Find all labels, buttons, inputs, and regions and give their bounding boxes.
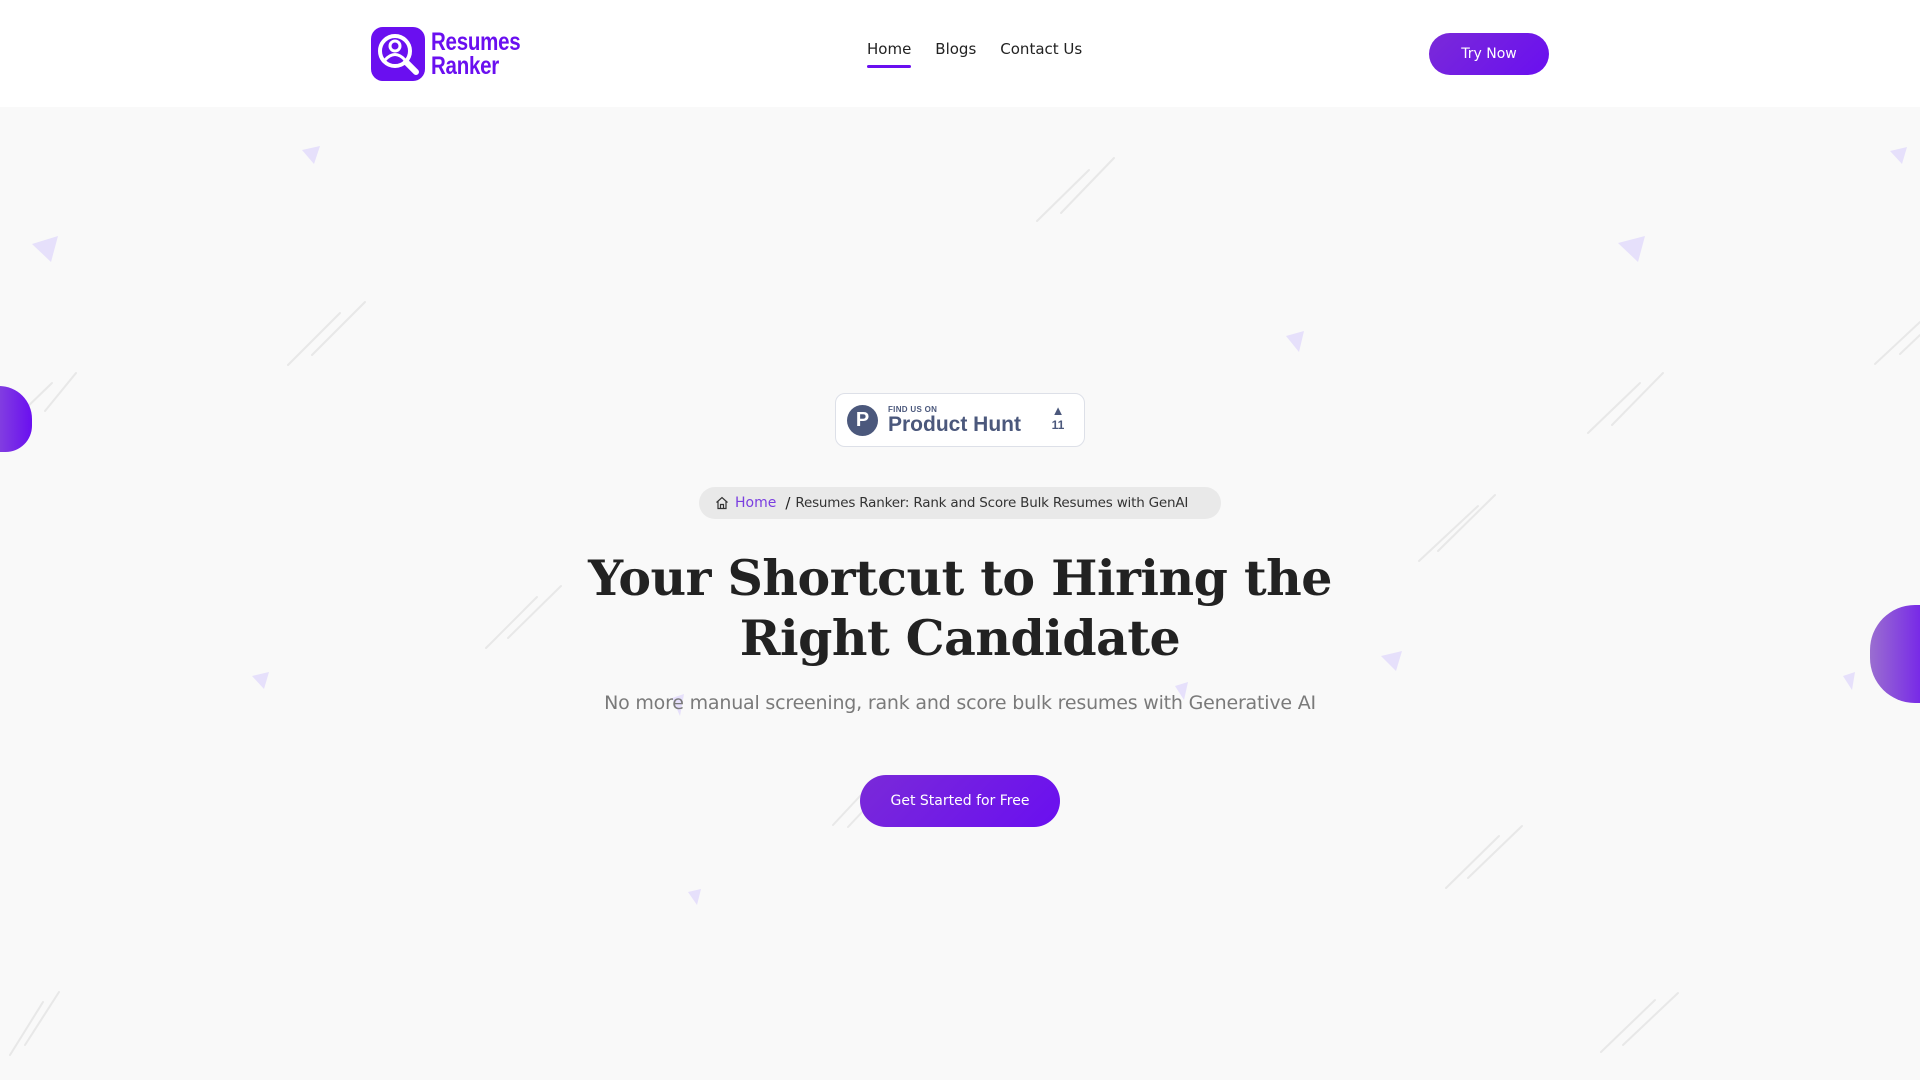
- hero-title-line1: Your Shortcut to Hiring the: [588, 549, 1332, 607]
- breadcrumb-current: Resumes Ranker: Rank and Score Bulk Resu…: [795, 495, 1189, 511]
- brand-name: Resumes Ranker: [431, 28, 521, 80]
- triangle-shape: [688, 889, 701, 905]
- brand-name-line2: Ranker: [431, 52, 500, 80]
- hero-subtitle: No more manual screening, rank and score…: [604, 692, 1316, 714]
- triangle-shape: [1843, 672, 1855, 690]
- triangle-shape: [1618, 236, 1645, 262]
- product-hunt-logo-icon: P: [847, 404, 878, 436]
- product-hunt-votes: ▲ 11: [1046, 403, 1070, 433]
- hero-title: Your Shortcut to Hiring the Right Candid…: [560, 548, 1360, 668]
- nav-contact-us[interactable]: Contact Us: [1000, 40, 1082, 68]
- breadcrumb-home-link[interactable]: Home: [715, 495, 776, 511]
- triangle-shape: [302, 146, 320, 164]
- brand-logo[interactable]: Resumes Ranker: [371, 27, 540, 81]
- triangle-shape: [1286, 331, 1304, 352]
- site-header: Resumes Ranker Home Blogs Contact Us Try…: [0, 0, 1920, 107]
- upvote-count: 11: [1051, 418, 1065, 432]
- hero-title-line2: Right Candidate: [739, 609, 1181, 667]
- product-hunt-badge[interactable]: P FIND US ON Product Hunt ▲ 11: [835, 393, 1085, 447]
- product-hunt-text: FIND US ON Product Hunt: [888, 405, 1021, 436]
- breadcrumb: Home / Resumes Ranker: Rank and Score Bu…: [699, 487, 1221, 519]
- breadcrumb-home-label: Home: [735, 495, 777, 511]
- brand-name-line1: Resumes: [431, 28, 521, 56]
- nav-home[interactable]: Home: [867, 40, 912, 68]
- home-icon: [716, 496, 728, 510]
- user-search-icon: [371, 27, 425, 81]
- triangle-up-icon: ▲: [1051, 403, 1065, 418]
- product-hunt-big-label: Product Hunt: [888, 412, 1021, 436]
- triangle-shape: [1381, 651, 1402, 671]
- nav-blogs[interactable]: Blogs: [935, 40, 976, 68]
- decorative-background: [0, 0, 1920, 1080]
- decor-blob-right: [1870, 605, 1920, 703]
- breadcrumb-separator: /: [785, 494, 791, 512]
- try-now-button[interactable]: Try Now: [1429, 33, 1549, 75]
- triangle-shape: [1890, 147, 1907, 164]
- decor-blob-left: [0, 386, 32, 452]
- get-started-button[interactable]: Get Started for Free: [860, 775, 1060, 827]
- triangle-shape: [252, 672, 269, 689]
- triangle-shape: [32, 236, 58, 262]
- main-nav: Home Blogs Contact Us: [867, 40, 1106, 68]
